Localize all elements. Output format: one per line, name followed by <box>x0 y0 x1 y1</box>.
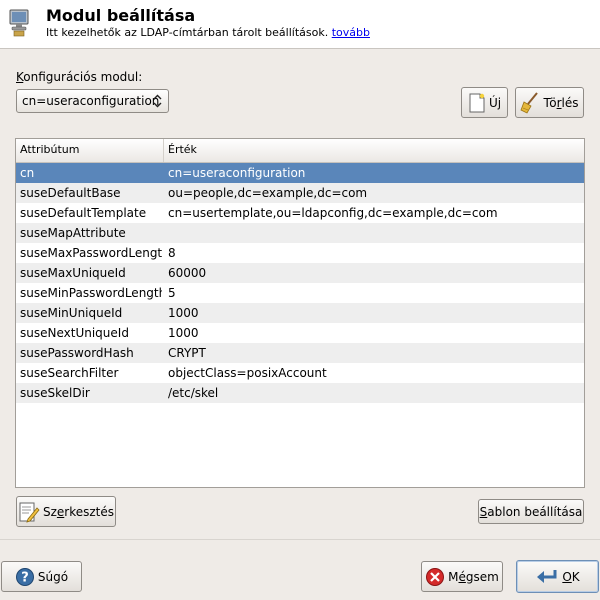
svg-text:?: ? <box>21 570 29 585</box>
edit-document-icon <box>19 502 40 523</box>
help-button[interactable]: ? Súgó <box>1 561 82 592</box>
cell-attribute: suseSkelDir <box>20 386 90 400</box>
delete-label-post: lés <box>561 95 579 110</box>
config-module-label: Konfigurációs modul: <box>16 70 142 84</box>
table-row[interactable]: suseMaxPasswordLength 8 <box>16 243 584 263</box>
cancel-button-label: Mégsem <box>448 570 499 584</box>
cancel-label-mnemonic: é <box>458 569 466 584</box>
cell-attribute: suseMapAttribute <box>20 226 126 240</box>
table-row[interactable]: suseSkelDir/etc/skel <box>16 383 584 403</box>
config-module-select-value: cn=useraconfiguration <box>22 94 160 108</box>
table-row[interactable]: suseNextUniqueId 1000 <box>16 323 584 343</box>
cancel-button[interactable]: Mégsem <box>421 561 503 592</box>
cell-value: CRYPT <box>168 346 206 360</box>
cell-value: /etc/skel <box>168 386 219 400</box>
broom-icon <box>520 91 539 114</box>
table-row[interactable]: cn cn=useraconfiguration <box>16 163 584 183</box>
delete-label-pre: Tö <box>543 95 557 110</box>
table-body: cn cn=useraconfiguration suseDefaultBase ou… <box>16 163 584 403</box>
config-module-select[interactable]: cn=useraconfiguration <box>16 89 169 113</box>
cancel-label-post: gsem <box>465 569 499 584</box>
help-icon: ? <box>15 567 34 586</box>
cell-attribute: suseDefaultBase <box>20 186 121 200</box>
cancel-label-pre: M <box>448 569 459 584</box>
table-row[interactable]: suseDefaultTemplate cn=usertemplate,ou=ld… <box>16 203 584 223</box>
cell-value: 1000 <box>168 326 199 340</box>
table-row[interactable]: suseDefaultBase ou=people,dc=example,dc=c… <box>16 183 584 203</box>
table-row[interactable]: suseMinPasswordLength 5 <box>16 283 584 303</box>
table-row[interactable]: suseMapAttribute <box>16 223 584 243</box>
cell-attribute: suseSearchFilter <box>20 366 119 380</box>
cell-attribute: suseMinUniqueId <box>20 306 123 320</box>
page-title: Modul beállítása <box>46 6 196 25</box>
table-row[interactable]: suseSearchFilter objectClass=posixAccount <box>16 363 584 383</box>
ok-button-label: OK <box>562 570 579 584</box>
cell-attribute: susePasswordHash <box>20 346 134 360</box>
config-module-label-text: onfigurációs modul: <box>23 70 143 84</box>
ok-label-mnemonic: O <box>562 569 572 584</box>
delete-button[interactable]: Törlés <box>515 87 584 118</box>
edit-button[interactable]: Szerkesztés <box>16 496 116 527</box>
footer-divider <box>0 539 600 540</box>
dialog-header: Modul beállítása Itt kezelhetők az LDAP-… <box>0 0 600 49</box>
new-button[interactable]: Új <box>461 87 508 118</box>
edit-label-pre: Sz <box>42 504 57 519</box>
cell-attribute: suseMaxUniqueId <box>20 266 126 280</box>
delete-button-label: Törlés <box>543 96 578 110</box>
return-arrow-icon <box>537 569 557 583</box>
ok-button[interactable]: OK <box>516 560 599 593</box>
column-header-value[interactable]: Érték <box>164 139 584 162</box>
table-row[interactable]: suseMinUniqueId 1000 <box>16 303 584 323</box>
attributes-table[interactable]: Attribútum Érték cn cn=useraconfiguration… <box>15 138 585 488</box>
template-settings-button[interactable]: Sablon beállítása <box>478 499 584 524</box>
computer-network-icon <box>9 9 29 37</box>
subtitle-text: Itt kezelhetők az LDAP-címtárban tárolt … <box>46 26 329 39</box>
table-row[interactable]: susePasswordHash CRYPT <box>16 343 584 363</box>
cell-value: objectClass=posixAccount <box>168 366 327 380</box>
cell-attribute: suseMinPasswordLength <box>20 286 162 300</box>
more-link[interactable]: tovább <box>332 26 370 39</box>
cell-value: 8 <box>168 246 176 260</box>
new-button-label: Új <box>488 95 502 110</box>
cell-attribute: suseDefaultTemplate <box>20 206 147 220</box>
cell-value: ou=people,dc=example,dc=com <box>168 186 368 200</box>
cell-attribute: suseMaxPasswordLength <box>20 246 162 260</box>
edit-label-post: rkesztés <box>64 504 115 519</box>
edit-button-label: Szerkesztés <box>43 505 114 519</box>
template-label-text: ablon beállítása <box>487 504 583 519</box>
cell-value: cn=usertemplate,ou=ldapconfig,dc=example… <box>168 206 498 220</box>
cell-value: cn=useraconfiguration <box>168 166 306 180</box>
template-settings-button-label: Sablon beállítása <box>480 505 583 519</box>
cell-attribute: suseNextUniqueId <box>20 326 129 340</box>
table-row[interactable]: suseMaxUniqueId 60000 <box>16 263 584 283</box>
updown-arrows-icon <box>153 94 162 108</box>
cell-value: 5 <box>168 286 176 300</box>
column-header-attribute[interactable]: Attribútum <box>16 139 164 162</box>
cancel-icon <box>426 567 445 586</box>
ok-label-text: K <box>571 569 580 584</box>
cell-value: 60000 <box>168 266 207 280</box>
cell-value: 1000 <box>168 306 199 320</box>
cell-attribute: cn <box>20 166 35 180</box>
help-button-label: Súgó <box>37 569 69 584</box>
new-document-icon <box>469 93 485 112</box>
table-header: Attribútum Érték <box>16 139 584 163</box>
page-subtitle: Itt kezelhetők az LDAP-címtárban tárolt … <box>46 26 370 39</box>
